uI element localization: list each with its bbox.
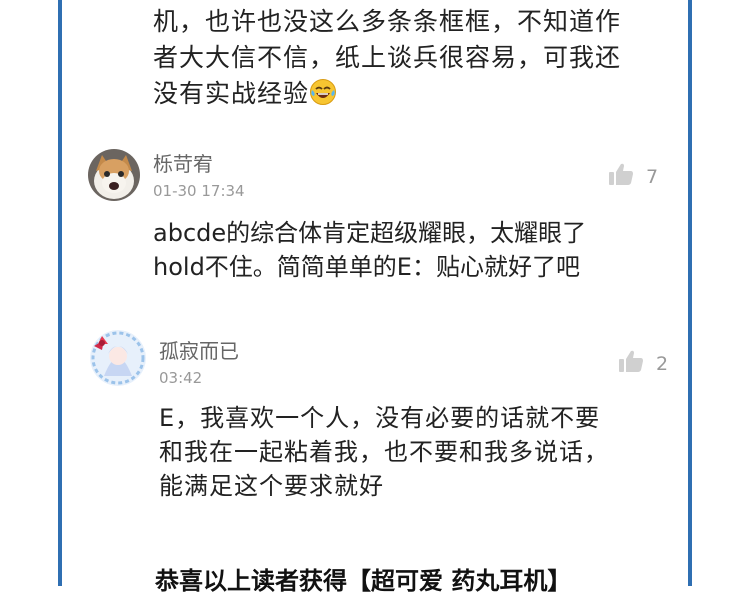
comment-line: hold不住。简简单单的E：贴心就好了吧 bbox=[153, 253, 580, 281]
avatar[interactable] bbox=[90, 330, 146, 386]
like-button[interactable]: 7 bbox=[608, 162, 658, 191]
cat-avatar-icon bbox=[88, 149, 140, 201]
comment-timestamp: 01-30 17:34 bbox=[153, 182, 245, 200]
avatar[interactable] bbox=[88, 149, 140, 201]
comment-body: E，我喜欢一个人，没有必要的话就不要 和我在一起粘着我，也不要和我多说话， 能满… bbox=[159, 401, 659, 503]
like-count: 2 bbox=[656, 352, 669, 375]
comments-panel: 机，也许也没这么多条条框框，不知道作 者大大信不信，纸上谈兵很容易，可我还 没有… bbox=[62, 0, 688, 595]
anime-girl-avatar-icon bbox=[90, 330, 146, 386]
like-count: 7 bbox=[646, 165, 659, 188]
continued-line-2: 者大大信不信，纸上谈兵很容易，可我还 bbox=[153, 43, 622, 72]
winner-announcement: 恭喜以上读者获得【超可爱 药丸耳机】 bbox=[155, 567, 572, 595]
comment-username[interactable]: 栎苛宥 bbox=[153, 148, 213, 177]
comment-line: abcde的综合体肯定超级耀眼，太耀眼了 bbox=[153, 219, 587, 247]
comment-line: 和我在一起粘着我，也不要和我多说话， bbox=[159, 438, 609, 466]
comment-body: abcde的综合体肯定超级耀眼，太耀眼了 hold不住。简简单单的E：贴心就好了… bbox=[153, 216, 653, 284]
comment-line: 能满足这个要求就好 bbox=[159, 472, 384, 500]
thumbs-up-icon bbox=[618, 349, 644, 378]
comment-line: E，我喜欢一个人，没有必要的话就不要 bbox=[159, 404, 601, 432]
continued-comment-text: 机，也许也没这么多条条框框，不知道作 者大大信不信，纸上谈兵很容易，可我还 没有… bbox=[153, 4, 673, 112]
frame-border-right bbox=[688, 0, 692, 586]
comment-timestamp: 03:42 bbox=[159, 369, 203, 387]
thumbs-up-icon bbox=[608, 162, 634, 191]
laughing-tears-emoji-icon bbox=[309, 78, 337, 106]
like-button[interactable]: 2 bbox=[618, 349, 668, 378]
continued-line-1: 机，也许也没这么多条条框框，不知道作 bbox=[153, 7, 622, 36]
continued-line-3: 没有实战经验 bbox=[153, 76, 673, 112]
comment-username[interactable]: 孤寂而已 bbox=[159, 335, 239, 364]
